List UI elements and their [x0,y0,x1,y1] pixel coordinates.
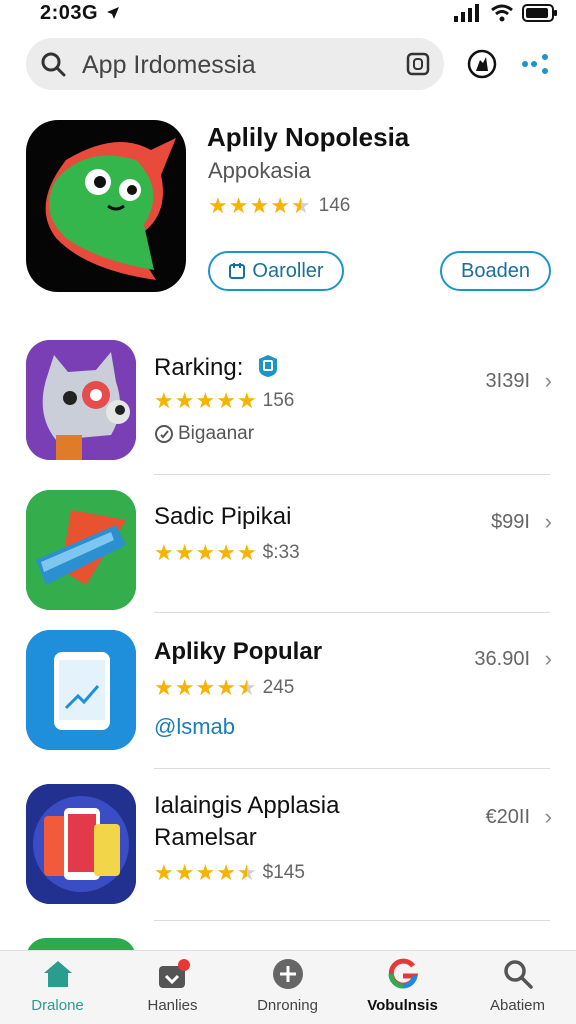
chevron-right-icon[interactable]: › [545,368,552,394]
divider [154,768,550,769]
app-price: 36.90I [474,648,530,670]
chevron-right-icon[interactable]: › [545,804,552,830]
tab-inbox[interactable]: Hanlies [115,957,230,1023]
featured-app-rating: ★ ★ ★ ★ ★ 146 [208,195,350,217]
tab-search[interactable]: Abatiem [460,957,575,1023]
battery-icon [522,4,557,22]
scan-icon[interactable] [406,52,430,76]
featured-primary-button[interactable]: Oaroller [208,251,344,291]
star-rating: ★ ★ ★ ★ ★ [154,675,257,700]
app-title-line1: Ialaingis Applasia [154,792,340,819]
calendar-icon [229,263,246,279]
more-dots-icon [522,54,548,74]
inbox-icon [158,959,190,988]
badge-icon [259,355,278,377]
ribbon-banner-icon [26,490,136,610]
tab-bar: Dralone Hanlies Dnroning Vobulnsis Abati… [0,950,576,1024]
search-bar[interactable]: App Irdomessia [26,38,444,90]
app-icon-apliky[interactable] [26,630,136,750]
divider [154,920,550,921]
app-developer: Bigaanar [154,423,254,445]
tab-add[interactable]: Dnroning [230,957,345,1023]
featured-secondary-button-label: Boaden [461,259,530,282]
rating-count: 245 [262,677,295,698]
tab-add-label: Dnroning [257,997,318,1014]
search-icon [503,960,533,989]
featured-app-subtitle: Appokasia [208,158,311,183]
app-rating-sadic: ★ ★ ★ ★ ★ $:33 [154,542,300,564]
profile-button[interactable] [462,44,502,84]
tab-discover[interactable]: Vobulnsis [345,957,460,1023]
app-icon-ialaingis[interactable] [26,784,136,904]
search-icon [41,52,66,77]
divider [154,612,550,613]
app-price: $99I [491,511,530,533]
profile-icon [467,49,497,79]
app-title-text: Rarking: [154,354,244,381]
app-developer-name: Bigaanar [178,423,255,444]
more-button[interactable] [516,44,556,84]
featured-app-icon[interactable] [26,120,186,292]
app-icon-ranking[interactable] [26,340,136,460]
green-blob-mascot-icon [45,138,176,280]
plus-circle-icon [272,959,303,989]
signal-icon [454,4,479,22]
app-title-ialaingis: Ialaingis Applasia Ramelsar [154,790,339,854]
chevron-right-icon[interactable]: › [545,509,552,535]
app-price: 3I39I [485,370,530,392]
colorful-g-icon [388,958,418,989]
tab-home-label: Dralone [31,997,84,1014]
rating-count: 156 [262,390,295,411]
rating-count: 146 [318,195,351,216]
app-title-apliky: Apliky Popular [154,638,323,665]
app-rating-ialaingis: ★ ★ ★ ★ ★ $145 [154,862,305,884]
rating-count: $:33 [262,542,300,563]
phone-chart-icon [26,630,136,750]
chevron-right-icon[interactable]: › [545,646,552,672]
app-title-ranking: Rarking: [154,352,280,384]
phones-stack-icon [26,784,136,904]
developer-icon [155,425,173,443]
app-icon-sadic[interactable] [26,490,136,610]
star-rating: ★ ★ ★ ★ ★ [154,540,257,565]
app-price: €20II [485,806,530,828]
app-rating-ranking: ★ ★ ★ ★ ★ 156 [154,390,294,412]
rating-count: $145 [262,862,305,883]
app-title-sadic: Sadic Pipikai [154,503,292,530]
app-rating-apliky: ★ ★ ★ ★ ★ 245 [154,677,294,699]
star-rating: ★ ★ ★ ★ ★ [208,193,311,218]
featured-secondary-button[interactable]: Boaden [440,251,551,291]
robot-mascot-icon [26,340,136,460]
featured-app-title: Aplily Nopolesia [207,122,410,152]
search-input[interactable]: App Irdomessia [82,51,256,80]
tab-home[interactable]: Dralone [0,957,115,1023]
tab-search-label: Abatiem [489,997,546,1014]
tab-discover-label: Vobulnsis [367,997,438,1014]
home-icon [43,961,72,987]
status-time: 2:03G [40,2,99,24]
wifi-icon [491,4,513,22]
app-developer-link[interactable]: @lsmab [154,714,235,740]
star-rating: ★ ★ ★ ★ ★ [154,388,257,413]
tab-inbox-label: Hanlies [147,997,198,1014]
status-bar: 2:03G [0,0,576,30]
location-arrow-icon [107,7,119,19]
featured-primary-button-label: Oaroller [252,259,324,282]
star-rating: ★ ★ ★ ★ ★ [154,860,257,885]
app-title-line2: Ramelsar [154,824,257,851]
divider [154,474,550,475]
